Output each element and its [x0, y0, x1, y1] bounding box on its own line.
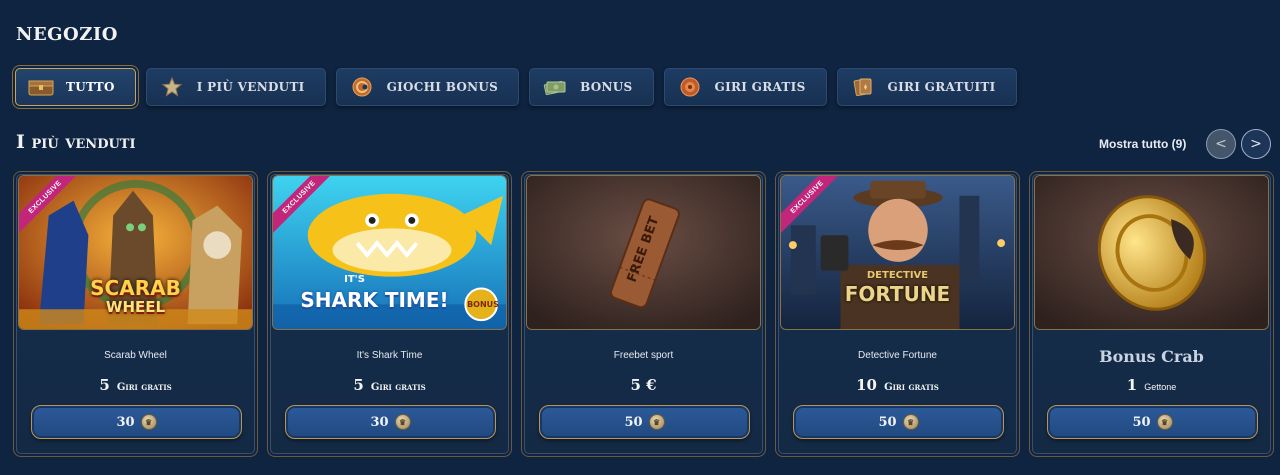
star-icon — [159, 76, 185, 98]
art-title: SCARAB — [90, 276, 181, 300]
product-reward: 10 Giri gratis — [776, 375, 1019, 394]
reward-amount: 10 — [856, 376, 877, 394]
reward-amount: 5 — [99, 376, 110, 394]
tab-giri-gratuiti[interactable]: GIRI GRATUITI — [836, 68, 1017, 106]
spin-icon — [677, 76, 703, 98]
show-all-link[interactable]: Mostra tutto (9) — [1099, 137, 1186, 151]
reward-amount: 5 — [353, 376, 364, 394]
product-image: DETECTIVE FORTUNE EXCLUSIVE — [780, 175, 1015, 330]
tab-label: GIOCHI BONUS — [386, 80, 499, 94]
product-reward: 5 € — [522, 375, 765, 394]
coin-icon: ♛ — [1156, 414, 1173, 430]
tab-label: BONUS — [580, 80, 633, 94]
cards-icon — [850, 76, 876, 98]
reward-unit: Giri gratis — [370, 382, 426, 393]
tab-giri-gratis[interactable]: GIRI GRATIS — [663, 68, 827, 106]
product-name: It's Shark Time — [356, 350, 423, 361]
product-image: SCARAB WHEEL EXCLUSIVE — [18, 175, 253, 330]
buy-button[interactable]: 50 ♛ — [1047, 405, 1258, 439]
art-badge: BONUS — [467, 300, 499, 309]
product-name: Detective Fortune — [858, 350, 937, 361]
art-subtitle: WHEEL — [105, 298, 166, 316]
reward-amount: 5 € — [630, 376, 657, 394]
art-subtitle: FORTUNE — [844, 282, 951, 306]
product-reward: 5 Giri gratis — [14, 375, 257, 394]
tab-i-piu-venduti[interactable]: I PIÙ VENDUTI — [145, 68, 326, 106]
product-reward: 1 Gettone — [1030, 375, 1273, 394]
product-card[interactable]: DETECTIVE FORTUNE EXCLUSIVE Detective Fo… — [775, 171, 1020, 457]
buy-button[interactable]: 30 ♛ — [31, 405, 242, 439]
price-value: 50 — [624, 414, 643, 430]
product-image: FREE BET — [526, 175, 761, 330]
detective-fortune-art — [781, 176, 1014, 329]
tab-label: GIRI GRATUITI — [887, 80, 996, 94]
tab-giochi-bonus[interactable]: GIOCHI BONUS — [335, 68, 520, 106]
product-card[interactable]: Bonus Crab 1 Gettone 50 ♛ — [1029, 171, 1274, 457]
product-name: Scarab Wheel — [104, 350, 167, 361]
bonus-game-icon — [349, 76, 375, 98]
product-image — [1034, 175, 1269, 330]
category-tabs: TUTTO I PIÙ VENDUTI GIOCHI BONUS BONUS G… — [15, 68, 1017, 108]
coin-icon: ♛ — [902, 414, 919, 430]
tab-label: GIRI GRATIS — [714, 80, 806, 94]
product-name: Freebet sport — [613, 350, 674, 361]
page-title: NEGOZIO — [16, 24, 118, 45]
price-value: 50 — [1132, 414, 1151, 430]
buy-button[interactable]: 50 ♛ — [793, 405, 1004, 439]
chevron-left-icon: < — [1215, 136, 1227, 152]
product-card[interactable]: SCARAB WHEEL EXCLUSIVE Scarab Wheel 5 Gi… — [13, 171, 258, 457]
product-reward: 5 Giri gratis — [268, 375, 511, 394]
art-title: IT'S — [344, 274, 365, 285]
reward-amount: 1 — [1126, 376, 1138, 394]
carousel-prev-button[interactable]: < — [1206, 129, 1236, 159]
product-image: IT'S SHARK TIME! BONUS EXCLUSIVE — [272, 175, 507, 330]
chevron-right-icon: > — [1250, 136, 1262, 152]
tab-tutto[interactable]: TUTTO — [15, 68, 136, 106]
tab-label: I PIÙ VENDUTI — [196, 80, 305, 94]
price-value: 30 — [116, 414, 135, 430]
product-card[interactable]: IT'S SHARK TIME! BONUS EXCLUSIVE It's Sh… — [267, 171, 512, 457]
bonus-crab-token-art — [1035, 176, 1268, 329]
art-title: DETECTIVE — [866, 270, 929, 281]
reward-unit: Giri gratis — [116, 382, 172, 393]
tab-label: TUTTO — [66, 80, 115, 94]
price-value: 50 — [878, 414, 897, 430]
tab-bonus[interactable]: BONUS — [529, 68, 654, 106]
section-title: I più venduti — [16, 131, 136, 153]
product-name: Bonus Crab — [1099, 347, 1204, 366]
chest-icon — [28, 76, 54, 98]
reward-unit: Giri gratis — [884, 382, 939, 393]
product-card[interactable]: FREE BET Freebet sport 5 € 50 ♛ — [521, 171, 766, 457]
buy-button[interactable]: 30 ♛ — [285, 405, 496, 439]
carousel-next-button[interactable]: > — [1241, 129, 1271, 159]
product-carousel: SCARAB WHEEL EXCLUSIVE Scarab Wheel 5 Gi… — [13, 171, 1274, 457]
buy-button[interactable]: 50 ♛ — [539, 405, 750, 439]
coin-icon: ♛ — [648, 414, 665, 430]
coin-icon: ♛ — [140, 414, 157, 430]
price-value: 30 — [370, 414, 389, 430]
coin-icon: ♛ — [394, 414, 411, 430]
cash-icon — [542, 76, 568, 98]
reward-unit: Gettone — [1144, 382, 1177, 392]
